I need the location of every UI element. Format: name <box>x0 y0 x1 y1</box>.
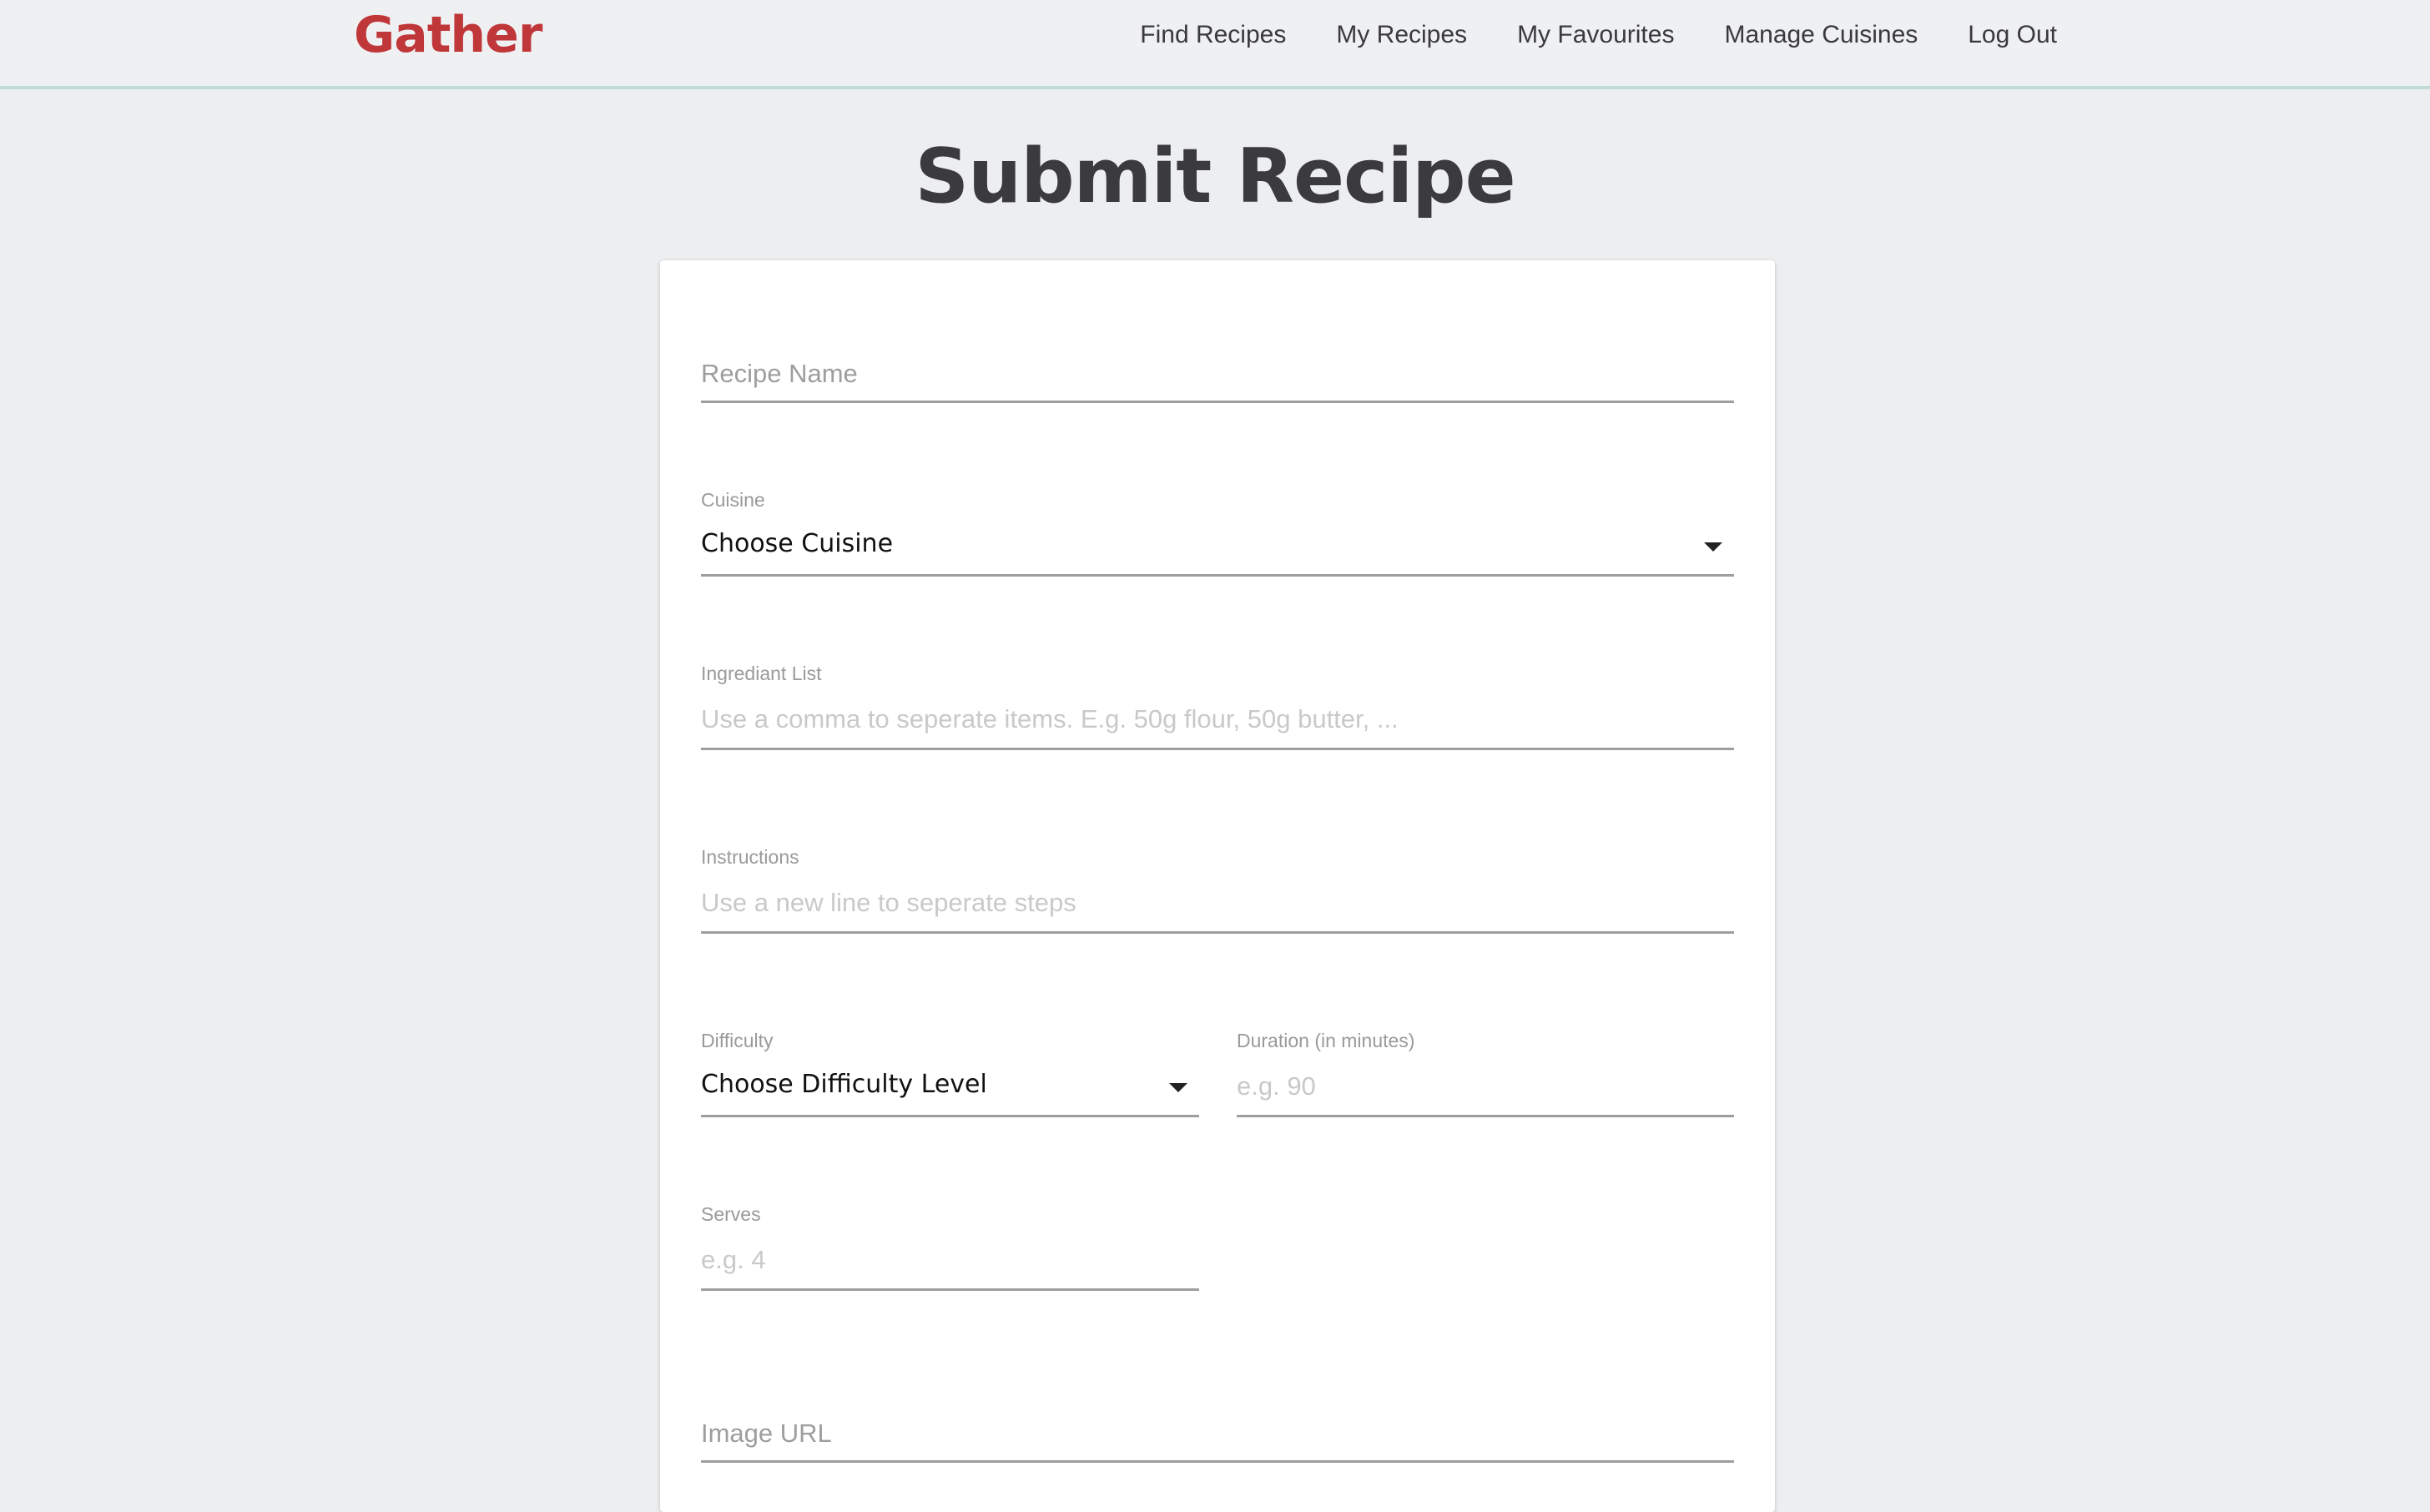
image-url-underline <box>701 1460 1734 1463</box>
nav-link-manage-cuisines[interactable]: Manage Cuisines <box>1724 21 1918 49</box>
serves-underline <box>701 1288 1199 1291</box>
instructions-field: Instructions <box>701 836 1734 945</box>
recipe-name-field <box>701 342 1734 414</box>
submit-recipe-form: Cuisine Choose Cuisine Ingrediant List I… <box>660 260 1775 1512</box>
cuisine-select[interactable]: Choose Cuisine <box>701 529 893 558</box>
cuisine-dropdown-caret-icon[interactable] <box>1704 542 1722 552</box>
brand-logo[interactable]: Gather <box>354 3 542 67</box>
duration-field: Duration (in minutes) <box>1237 1020 1734 1128</box>
duration-label: Duration (in minutes) <box>1237 1030 1415 1051</box>
difficulty-dropdown-caret-icon[interactable] <box>1169 1083 1187 1092</box>
nav-link-my-recipes[interactable]: My Recipes <box>1336 21 1467 49</box>
difficulty-field: Difficulty Choose Difficulty Level <box>701 1020 1199 1128</box>
duration-underline <box>1237 1115 1734 1117</box>
recipe-name-input[interactable] <box>701 355 1734 392</box>
nav-link-log-out[interactable]: Log Out <box>1968 21 2057 49</box>
difficulty-select[interactable]: Choose Difficulty Level <box>701 1070 987 1099</box>
ingredients-input[interactable] <box>701 701 1734 738</box>
serves-field: Serves <box>701 1193 1199 1302</box>
ingredients-underline <box>701 748 1734 750</box>
duration-input[interactable] <box>1237 1068 1734 1105</box>
difficulty-underline <box>701 1115 1199 1117</box>
serves-input[interactable] <box>701 1242 1199 1278</box>
cuisine-underline <box>701 574 1734 577</box>
navbar: Gather Find Recipes My Recipes My Favour… <box>0 0 2430 89</box>
difficulty-label: Difficulty <box>701 1030 774 1051</box>
instructions-label: Instructions <box>701 846 799 868</box>
image-url-input[interactable] <box>701 1415 1734 1452</box>
cuisine-label: Cuisine <box>701 489 765 511</box>
instructions-input[interactable] <box>701 885 1734 921</box>
page-title: Submit Recipe <box>915 133 1515 220</box>
ingredients-field: Ingrediant List <box>701 653 1734 761</box>
nav-links: Find Recipes My Recipes My Favourites Ma… <box>1090 0 2057 70</box>
image-url-field <box>701 1402 1734 1474</box>
cuisine-field: Cuisine Choose Cuisine <box>701 479 1734 587</box>
ingredients-label: Ingrediant List <box>701 663 822 684</box>
nav-link-find-recipes[interactable]: Find Recipes <box>1140 21 1286 49</box>
serves-label: Serves <box>701 1203 761 1225</box>
instructions-underline <box>701 931 1734 934</box>
recipe-name-underline <box>701 401 1734 403</box>
nav-link-my-favourites[interactable]: My Favourites <box>1517 21 1674 49</box>
